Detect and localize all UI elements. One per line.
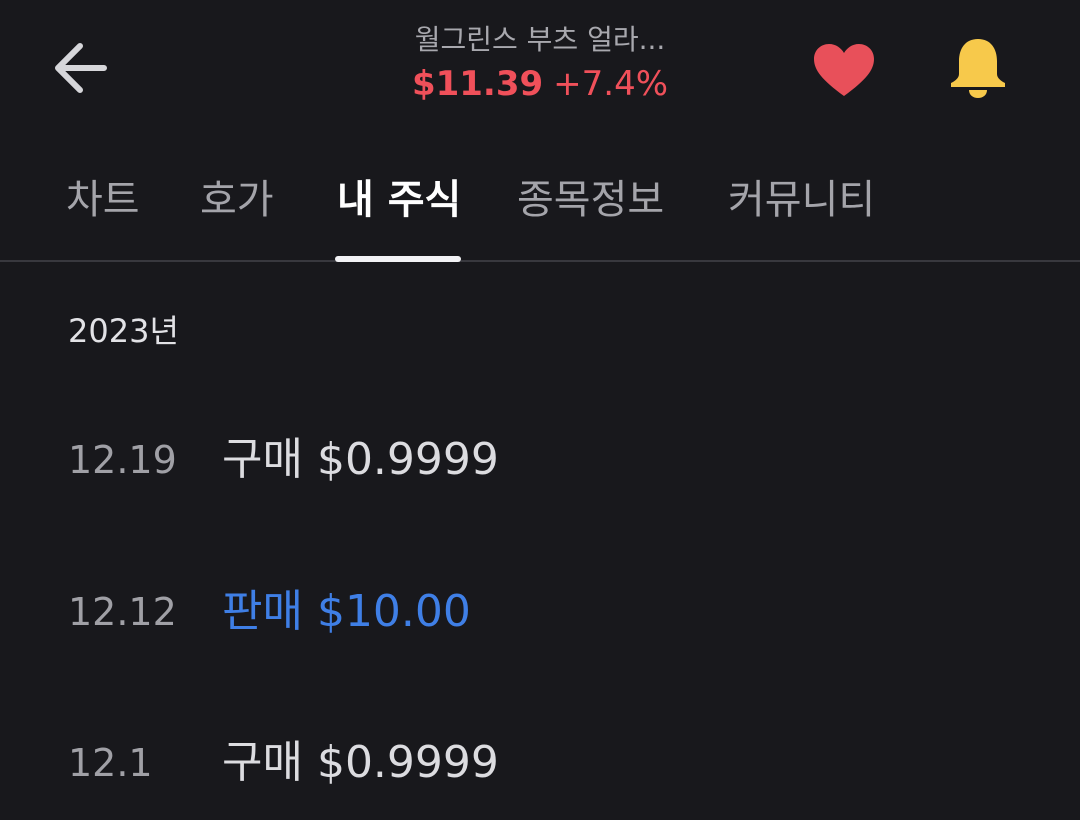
- tab-chart[interactable]: 차트: [66, 172, 140, 228]
- tab-my-stock[interactable]: 내 주식: [337, 172, 461, 228]
- transaction-row[interactable]: 12.1 구매 $0.9999: [0, 711, 1080, 811]
- price-change: +7.4%: [553, 64, 669, 104]
- stock-price-line: $11.39 +7.4%: [340, 60, 740, 108]
- bell-icon: [951, 39, 1005, 98]
- arrow-left-icon: [55, 43, 107, 93]
- heart-icon: [814, 44, 874, 96]
- transaction-description: 구매 $0.9999: [222, 434, 499, 485]
- favorite-button[interactable]: [804, 34, 884, 106]
- year-header: 2023년: [68, 312, 179, 350]
- tab-bar: 차트 호가 내 주식 종목정보 커뮤니티: [0, 150, 1080, 262]
- transaction-description: 판매 $10.00: [222, 586, 471, 637]
- price-alert-button[interactable]: [940, 30, 1016, 106]
- tab-stock-info[interactable]: 종목정보: [517, 172, 664, 228]
- top-bar: 월그린스 부츠 얼라... $11.39 +7.4%: [0, 0, 1080, 140]
- stock-title: 월그린스 부츠 얼라... $11.39 +7.4%: [340, 20, 740, 108]
- tab-community[interactable]: 커뮤니티: [728, 172, 875, 228]
- transaction-description: 구매 $0.9999: [222, 737, 499, 788]
- transaction-date: 12.1: [68, 741, 153, 785]
- back-button[interactable]: [40, 32, 120, 104]
- tab-order-book[interactable]: 호가: [200, 172, 274, 228]
- stock-price: $11.39: [411, 64, 544, 104]
- active-tab-indicator: [335, 256, 461, 262]
- transaction-row[interactable]: 12.19 구매 $0.9999: [0, 408, 1080, 508]
- transaction-date: 12.12: [68, 590, 177, 634]
- transaction-date: 12.19: [68, 438, 177, 482]
- stock-name: 월그린스 부츠 얼라...: [414, 23, 666, 56]
- transaction-row[interactable]: 12.12 판매 $10.00: [0, 560, 1080, 660]
